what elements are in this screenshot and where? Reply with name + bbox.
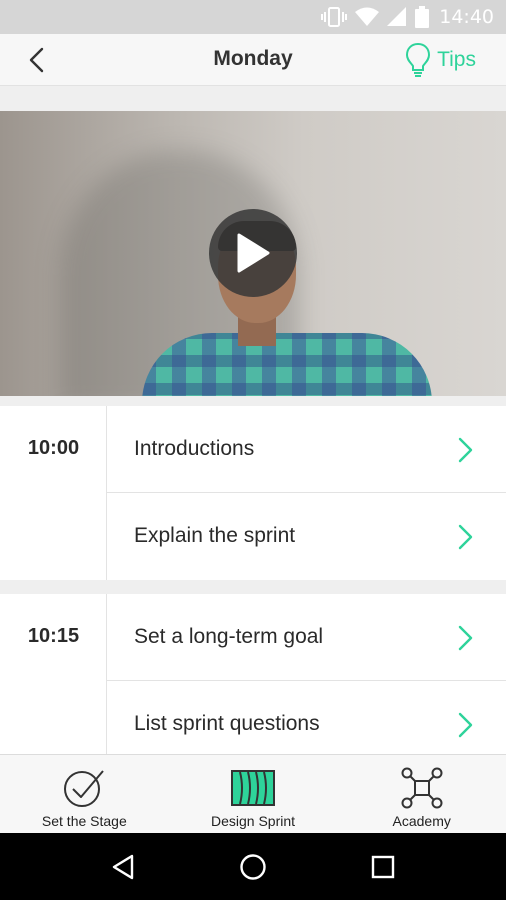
nav-label: Set the Stage [41,813,127,829]
chevron-right-icon [458,437,473,463]
list-item[interactable]: Introductions [107,406,506,493]
schedule-block: 10:00 Introductions Explain the sprint [0,406,506,580]
nav-label: Academy [392,813,451,829]
presenter-shirt [142,333,432,396]
signal-icon [387,7,407,26]
vibrate-icon [321,7,348,27]
status-bar: 14:40 [0,0,506,34]
play-icon [237,233,270,273]
sprint-waves-icon [231,770,275,806]
tips-label: Tips [437,48,476,71]
item-label: Introductions [134,437,255,460]
schedule-block: 10:15 Set a long-term goal List sprint q… [0,594,506,754]
nav-label: Design Sprint [210,813,296,829]
time-label: 10:00 [27,437,80,459]
nav-academy[interactable]: Academy [337,755,506,833]
item-label: Explain the sprint [134,524,296,547]
list-item[interactable]: Explain the sprint [107,493,506,580]
battery-icon [415,6,430,28]
triangle-back-icon [112,854,134,879]
time-column: 10:00 [0,406,107,580]
nav-design-sprint[interactable]: Design Sprint [169,755,338,833]
status-time: 14:40 [439,6,494,28]
time-label: 10:15 [27,625,80,647]
system-back-button[interactable] [93,842,153,892]
lightbulb-icon [406,42,431,77]
chevron-right-icon [458,625,473,651]
status-icons: 14:40 [321,5,494,29]
check-circle-icon [64,770,105,807]
chevron-right-icon [458,524,473,550]
video-player[interactable] [0,111,506,396]
system-home-button[interactable] [223,842,283,892]
tips-button[interactable]: Tips [405,40,476,80]
wifi-icon [355,7,380,26]
play-button[interactable] [209,209,297,297]
chevron-right-icon [458,712,473,738]
system-navigation-bar [0,833,506,900]
item-label: Set a long-term goal [134,625,324,648]
circle-home-icon [240,853,266,880]
item-label: List sprint questions [134,712,320,735]
list-item[interactable]: Set a long-term goal [107,594,506,681]
time-column: 10:15 [0,594,107,754]
list-item[interactable]: List sprint questions [107,681,506,754]
network-icon [401,767,443,809]
bottom-navigation: Set the Stage Design Sprint Academy [0,754,506,833]
nav-set-the-stage[interactable]: Set the Stage [0,755,169,833]
system-recents-button[interactable] [353,842,413,892]
app-bar: Monday Tips [0,34,506,86]
square-recents-icon [371,855,395,878]
